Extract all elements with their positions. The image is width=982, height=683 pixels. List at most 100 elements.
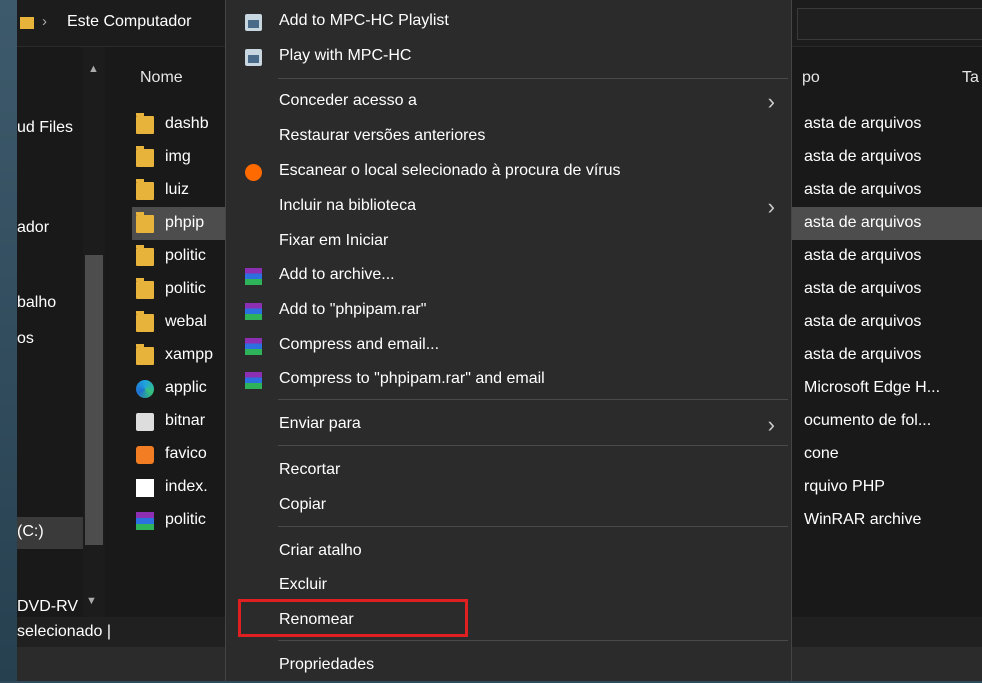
chevron-right-icon: › [767,89,775,114]
folder-icon [136,113,154,134]
menu-item-propriedades[interactable]: Propriedades [226,649,791,683]
menu-item-label: Criar atalho [279,542,362,559]
file-type: asta de arquivos [804,313,922,330]
nav-item-cloud-files[interactable]: ud Files [17,119,73,137]
file-icon [136,479,154,497]
winrar-icon [136,512,154,530]
column-header-size[interactable]: Ta [962,69,979,87]
folder-icon [136,179,154,200]
menu-item-fixar-em-iniciar[interactable]: Fixar em Iniciar [226,225,791,259]
file-name: dashb [165,115,209,132]
scrollbar-thumb[interactable] [85,255,103,545]
menu-separator [278,445,788,446]
menu-item-restaurar-vers-es-anteriores[interactable]: Restaurar versões anteriores [226,120,791,154]
menu-item-label: Play with MPC-HC [279,47,412,64]
column-header-name[interactable]: Nome [140,69,183,87]
file-name: luiz [165,181,190,198]
file-type: asta de arquivos [804,148,922,165]
winrar-icon [245,268,262,285]
menu-item-compress-and-email[interactable]: Compress and email... [226,329,791,363]
context-menu: Add to MPC-HC Playlist Play with MPC-HC Co… [225,0,792,681]
menu-separator [278,399,788,400]
file-name: favico [165,445,207,462]
menu-item-label: Fixar em Iniciar [279,232,389,249]
scroll-up-icon[interactable]: ▲ [88,63,99,75]
winrar-icon [245,372,262,389]
menu-item-label: Escanear o local selecionado à procura d… [279,162,621,179]
file-name: applic [165,379,207,396]
nav-scrollbar[interactable]: ▲ ▼ [83,47,105,617]
menu-item-label: Copiar [279,496,327,513]
chevron-right-icon: › [767,412,775,437]
menu-item-label: Conceder acesso a [279,92,417,109]
menu-item-add-to-archive[interactable]: Add to archive... [226,259,791,293]
file-type: ocumento de fol... [804,412,932,429]
menu-item-copiar[interactable]: Copiar [226,489,791,523]
menu-item-play-with-mpc-hc[interactable]: Play with MPC-HC [226,40,791,74]
search-box[interactable] [797,8,982,40]
nav-item-computer[interactable]: ador [17,219,49,237]
nav-item-dvd-drive[interactable]: DVD-RV [17,598,78,616]
nav-item-desktop[interactable]: balho [17,294,56,312]
nav-item-drive-c[interactable]: (C:) [17,523,44,541]
menu-item-label: Excluir [279,576,328,593]
file-name: politic [165,247,206,264]
file-type: asta de arquivos [804,181,922,198]
folder-icon [136,311,154,332]
menu-item-conceder-acesso-a[interactable]: Conceder acesso a › [226,85,791,119]
menu-item-excluir[interactable]: Excluir [226,569,791,603]
menu-item-incluir-na-biblioteca[interactable]: Incluir na biblioteca › [226,190,791,224]
folder-icon [136,278,154,299]
edge-icon [136,380,154,398]
winrar-icon [245,303,262,320]
menu-item-label: Recortar [279,461,341,478]
file-name: phpip [165,214,205,231]
breadcrumb-location[interactable]: Este Computador [67,13,192,31]
file-name: webal [165,313,207,330]
highlight-box-renomear [238,599,468,637]
file-type: Microsoft Edge H... [804,379,941,396]
folder-icon [20,17,34,29]
scroll-down-icon[interactable]: ▼ [86,595,97,607]
file-type: asta de arquivos [804,214,922,231]
menu-item-escanear-o-local-selecionado-procura-de-v-rus[interactable]: Escanear o local selecionado à procura d… [226,155,791,189]
nav-item-documents[interactable]: os [17,330,34,348]
xampp-icon [136,446,154,464]
menu-item-label: Propriedades [279,656,375,673]
file-name: index. [165,478,208,495]
menu-item-label: Add to MPC-HC Playlist [279,12,449,29]
menu-item-recortar[interactable]: Recortar [226,454,791,488]
menu-item-label: Compress to "phpipam.rar" and email [279,370,545,387]
menu-separator [278,78,788,79]
menu-item-label: Incluir na biblioteca [279,197,416,214]
file-type: asta de arquivos [804,247,922,264]
folder-icon [136,245,154,266]
gear-file-icon [136,413,154,431]
menu-item-add-to-phpipam-rar[interactable]: Add to "phpipam.rar" [226,294,791,328]
chevron-right-icon: › [767,194,775,219]
menu-item-criar-atalho[interactable]: Criar atalho [226,535,791,569]
file-name: xampp [165,346,214,363]
mpc-hc-icon [245,49,262,66]
menu-item-enviar-para[interactable]: Enviar para › [226,408,791,442]
menu-item-label: Enviar para [279,415,361,432]
file-name: politic [165,280,206,297]
file-type: WinRAR archive [804,511,922,528]
mpc-hc-icon [245,14,262,31]
menu-item-label: Add to "phpipam.rar" [279,301,427,318]
menu-item-compress-to-phpipam-rar-and-email[interactable]: Compress to "phpipam.rar" and email [226,363,791,397]
file-type: asta de arquivos [804,346,922,363]
file-type: cone [804,445,839,462]
menu-separator [278,526,788,527]
file-type: asta de arquivos [804,115,922,132]
folder-icon [136,212,154,233]
status-text: selecionado | [17,623,111,640]
winrar-icon [245,338,262,355]
column-header-type[interactable]: po [802,69,820,87]
menu-item-label: Add to archive... [279,266,395,283]
avast-icon [245,164,262,181]
file-name: politic [165,511,206,528]
file-name: img [165,148,191,165]
folder-icon [136,344,154,365]
menu-item-add-to-mpc-hc-playlist[interactable]: Add to MPC-HC Playlist [226,5,791,39]
